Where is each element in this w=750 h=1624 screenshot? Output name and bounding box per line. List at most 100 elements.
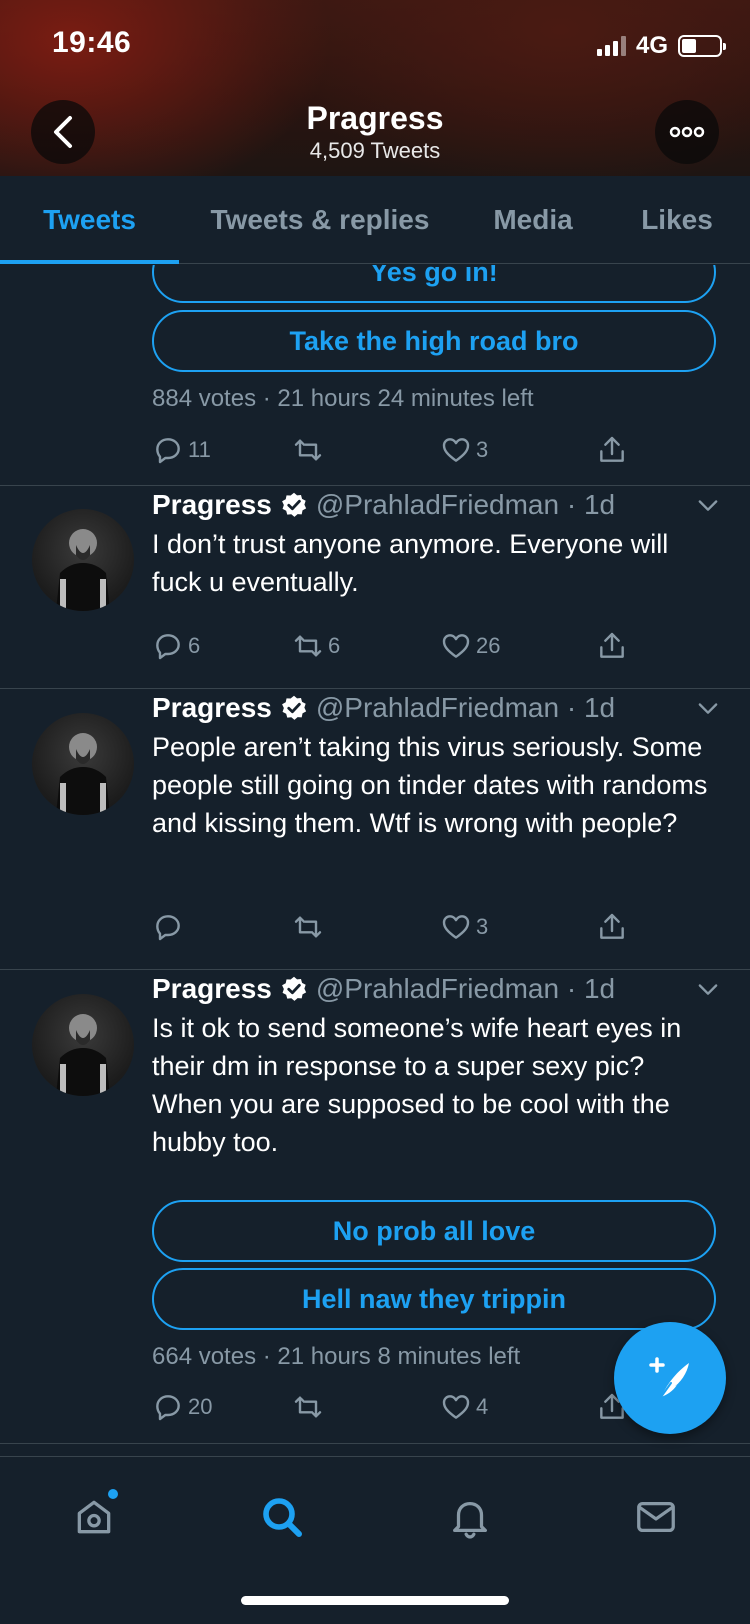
tweet-actions: 20 4: [152, 1387, 632, 1427]
tab-likes[interactable]: Likes: [612, 176, 742, 264]
battery-icon: [678, 35, 726, 57]
poll-option[interactable]: Yes go in!: [152, 265, 716, 303]
reply-icon: [156, 634, 180, 660]
reply-icon: [156, 438, 180, 464]
profile-tabs: Tweets Tweets & replies Media Likes: [0, 176, 750, 264]
like-count: 3: [476, 437, 489, 462]
tweet-actions: 11 3: [152, 430, 632, 470]
tweet-author-name[interactable]: Pragress: [152, 973, 272, 1005]
tweet-handle-time[interactable]: @PrahladFriedman · 1d: [316, 973, 615, 1005]
nav-notifications[interactable]: [440, 1487, 500, 1547]
like-button[interactable]: 3: [440, 907, 488, 947]
notifications-icon: [453, 1501, 487, 1539]
avatar[interactable]: [32, 994, 134, 1096]
compose-tweet-button[interactable]: [614, 1322, 726, 1434]
like-count: 26: [476, 633, 501, 658]
tweet-header: Pragress @PrahladFriedman · 1d: [152, 487, 615, 523]
reply-count: 6: [188, 633, 201, 658]
divider: [0, 1443, 750, 1444]
like-icon: [442, 634, 470, 658]
nav-home[interactable]: [64, 1487, 124, 1547]
chevron-down-icon[interactable]: [694, 491, 722, 519]
tab-tweets-replies[interactable]: Tweets & replies: [189, 176, 451, 264]
tweet-author-name[interactable]: Pragress: [152, 489, 272, 521]
share-button[interactable]: [596, 626, 628, 666]
like-button[interactable]: 4: [440, 1387, 488, 1427]
poll-option[interactable]: Take the high road bro: [152, 310, 716, 372]
avatar-photo: [56, 733, 110, 815]
reply-icon: [156, 1395, 180, 1421]
tweet-actions: 6 6 26: [152, 626, 632, 666]
share-icon: [600, 632, 624, 658]
retweet-button[interactable]: 6: [292, 626, 340, 666]
like-button[interactable]: 3: [440, 430, 488, 470]
divider: [0, 688, 750, 689]
tweet-text: I don’t trust anyone anymore. Everyone w…: [152, 529, 669, 597]
tab-tweets[interactable]: Tweets: [0, 176, 179, 264]
like-count: 4: [476, 1394, 489, 1419]
avatar[interactable]: [32, 509, 134, 611]
share-button[interactable]: [596, 430, 628, 470]
chevron-down-icon[interactable]: [694, 694, 722, 722]
avatar[interactable]: [32, 713, 134, 815]
nav-messages[interactable]: [626, 1487, 686, 1547]
reply-button[interactable]: 11: [152, 430, 211, 470]
tab-media[interactable]: Media: [463, 176, 603, 264]
retweet-icon: [294, 1396, 322, 1418]
like-icon: [442, 438, 470, 462]
profile-name: Pragress: [306, 100, 444, 136]
retweet-icon: [294, 635, 322, 657]
reply-icon: [156, 915, 180, 941]
status-time: 19:46: [52, 26, 132, 59]
reply-button[interactable]: 20: [152, 1387, 212, 1427]
share-icon: [600, 436, 624, 462]
tweet-actions: 3: [152, 907, 632, 947]
unread-dot: [108, 1489, 118, 1499]
retweet-count: 6: [328, 633, 341, 658]
poll-option[interactable]: No prob all love: [152, 1200, 716, 1262]
compose-icon: [649, 1357, 689, 1398]
more-icon: [669, 126, 705, 138]
poll-option[interactable]: Hell naw they trippin: [152, 1268, 716, 1330]
status-indicators: 4G: [596, 32, 726, 60]
divider: [0, 969, 750, 970]
tweet-handle-time[interactable]: @PrahladFriedman · 1d: [316, 692, 615, 724]
like-icon: [442, 915, 470, 939]
reply-count: 11: [188, 437, 211, 462]
more-button[interactable]: [655, 100, 719, 164]
retweet-icon: [294, 916, 322, 938]
retweet-button[interactable]: [292, 1387, 328, 1427]
home-indicator[interactable]: [241, 1596, 509, 1605]
tweet-author-name[interactable]: Pragress: [152, 692, 272, 724]
search-icon: [263, 1498, 302, 1537]
profile-header: 19:46 4G Pragress 4,509 Tweets: [0, 0, 750, 176]
like-button[interactable]: 26: [440, 626, 500, 666]
avatar-photo: [56, 529, 110, 611]
home-icon: [77, 1500, 111, 1534]
tweet-header: Pragress @PrahladFriedman · 1d: [152, 690, 615, 726]
verified-icon: [281, 976, 307, 1001]
tweet-header: Pragress @PrahladFriedman · 1d: [152, 971, 615, 1007]
share-button[interactable]: [596, 907, 628, 947]
retweet-icon: [294, 439, 322, 461]
chevron-down-icon[interactable]: [694, 975, 722, 1003]
reply-button[interactable]: [152, 907, 188, 947]
reply-button[interactable]: 6: [152, 626, 200, 666]
divider: [0, 485, 750, 486]
tweet-text: Is it ok to send someone’s wife heart ey…: [152, 1013, 682, 1157]
verified-icon: [281, 695, 307, 720]
poll-meta: 664 votes · 21 hours 8 minutes left: [152, 1343, 521, 1370]
retweet-button[interactable]: [292, 430, 328, 470]
tweet-count: 4,509 Tweets: [309, 138, 441, 163]
nav-search[interactable]: [252, 1487, 312, 1547]
network-type: 4G: [635, 32, 668, 59]
like-count: 3: [476, 914, 489, 939]
messages-icon: [637, 1501, 675, 1533]
tweet-feed[interactable]: Yes go in! Take the high road bro 884 vo…: [0, 265, 750, 1455]
retweet-button[interactable]: [292, 907, 328, 947]
like-icon: [442, 1395, 470, 1419]
verified-icon: [281, 492, 307, 517]
share-icon: [600, 913, 624, 939]
tweet-handle-time[interactable]: @PrahladFriedman · 1d: [316, 489, 615, 521]
signal-icon: [596, 36, 626, 56]
